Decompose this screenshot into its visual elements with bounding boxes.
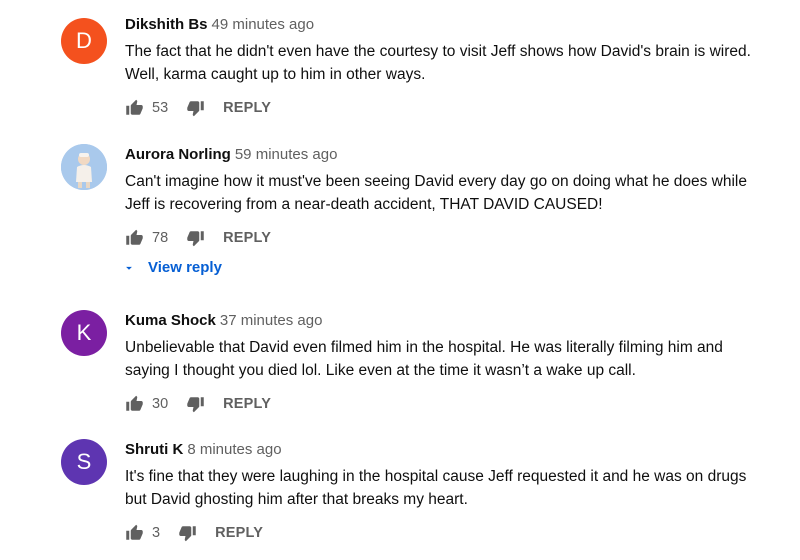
comment-actions: 3 REPLY <box>125 521 263 545</box>
like-count: 78 <box>152 230 169 246</box>
comment-header: Kuma Shock 37 minutes ago <box>125 312 322 329</box>
thumb-down-icon[interactable] <box>178 524 197 542</box>
comment-text: Unbelievable that David even filmed him … <box>125 339 723 379</box>
thumb-up-icon[interactable] <box>125 99 144 117</box>
avatar[interactable]: S <box>61 439 107 485</box>
avatar[interactable]: K <box>61 310 107 356</box>
comment-text: Can't imagine how it must've been seeing… <box>125 173 747 213</box>
reply-button[interactable]: REPLY <box>215 525 263 541</box>
comment-author[interactable]: Dikshith Bs <box>125 16 208 33</box>
thumb-down-icon[interactable] <box>186 229 205 247</box>
comment-author[interactable]: Kuma Shock <box>125 312 216 329</box>
thumb-up-icon[interactable] <box>125 524 144 542</box>
comment-time[interactable]: 8 minutes ago <box>187 441 281 458</box>
comment-text: The fact that he didn't even have the co… <box>125 43 751 83</box>
thumb-down-icon[interactable] <box>186 99 205 117</box>
reply-button[interactable]: REPLY <box>223 396 271 412</box>
thumb-up-icon[interactable] <box>125 229 144 247</box>
avatar-letter: K <box>76 320 92 345</box>
reply-button[interactable]: REPLY <box>223 230 271 246</box>
like-count: 53 <box>152 100 169 116</box>
avatar[interactable] <box>61 144 107 190</box>
comment-actions: 53 REPLY <box>125 96 271 120</box>
like-count: 3 <box>152 525 161 541</box>
reply-button[interactable]: REPLY <box>223 100 271 116</box>
view-reply-label: View reply <box>148 259 222 276</box>
comment-author[interactable]: Shruti K <box>125 441 183 458</box>
avatar-letter: D <box>76 28 92 53</box>
thumb-up-icon[interactable] <box>125 395 144 413</box>
thumb-down-icon[interactable] <box>186 395 205 413</box>
comment-time[interactable]: 37 minutes ago <box>220 312 323 329</box>
comment-time[interactable]: 49 minutes ago <box>212 16 315 33</box>
comment-time[interactable]: 59 minutes ago <box>235 146 338 163</box>
avatar-photo <box>61 144 107 190</box>
like-count: 30 <box>152 396 169 412</box>
comment-author[interactable]: Aurora Norling <box>125 146 231 163</box>
comment-header: Aurora Norling 59 minutes ago <box>125 146 337 163</box>
comment-text: It's fine that they were laughing in the… <box>125 468 747 508</box>
view-reply-button[interactable]: View reply <box>122 259 222 276</box>
caret-down-icon <box>122 261 136 275</box>
comment-actions: 30 REPLY <box>125 392 271 416</box>
comment-header: Dikshith Bs 49 minutes ago <box>125 16 314 33</box>
comment-actions: 78 REPLY <box>125 226 271 250</box>
avatar[interactable]: D <box>61 18 107 64</box>
avatar-letter: S <box>76 449 92 474</box>
comment-header: Shruti K8 minutes ago <box>125 441 282 458</box>
